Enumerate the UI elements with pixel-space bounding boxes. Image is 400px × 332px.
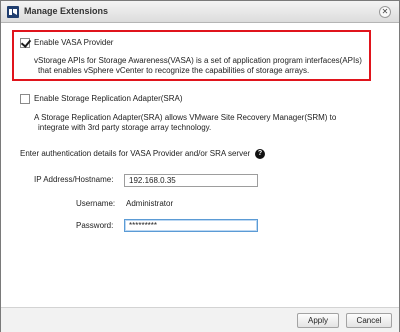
ip-address-input[interactable]: 192.168.0.35 <box>124 174 258 187</box>
auth-prompt: Enter authentication details for VASA Pr… <box>20 149 251 158</box>
sra-description-line1: A Storage Replication Adapter(SRA) allow… <box>34 113 337 122</box>
vasa-description-line2: that enables vSphere vCenter to recogniz… <box>38 66 310 75</box>
username-value: Administrator <box>126 199 174 208</box>
password-input[interactable]: ********* <box>124 219 258 232</box>
dialog-footer: Apply Cancel <box>1 307 399 332</box>
netapp-logo-icon <box>7 6 19 18</box>
close-icon[interactable]: ✕ <box>379 6 391 18</box>
dialog-title: Manage Extensions <box>24 6 109 16</box>
ip-address-label: IP Address/Hostname: <box>34 175 114 184</box>
enable-vasa-label: Enable VASA Provider <box>34 38 114 47</box>
manage-extensions-dialog: Manage Extensions ✕ Enable VASA Provider… <box>0 0 400 332</box>
enable-sra-checkbox[interactable] <box>20 94 30 104</box>
password-label: Password: <box>76 221 114 230</box>
vasa-description-line1: vStorage APIs for Storage Awareness(VASA… <box>34 56 362 65</box>
sra-description-line2: integrate with 3rd party storage array t… <box>38 123 212 132</box>
help-icon[interactable]: ? <box>255 149 265 159</box>
dialog-titlebar: Manage Extensions ✕ <box>1 1 399 23</box>
enable-vasa-checkbox[interactable] <box>20 38 30 48</box>
enable-sra-label: Enable Storage Replication Adapter(SRA) <box>34 94 183 103</box>
apply-button[interactable]: Apply <box>297 313 339 328</box>
cancel-button[interactable]: Cancel <box>346 313 392 328</box>
username-label: Username: <box>76 199 116 208</box>
